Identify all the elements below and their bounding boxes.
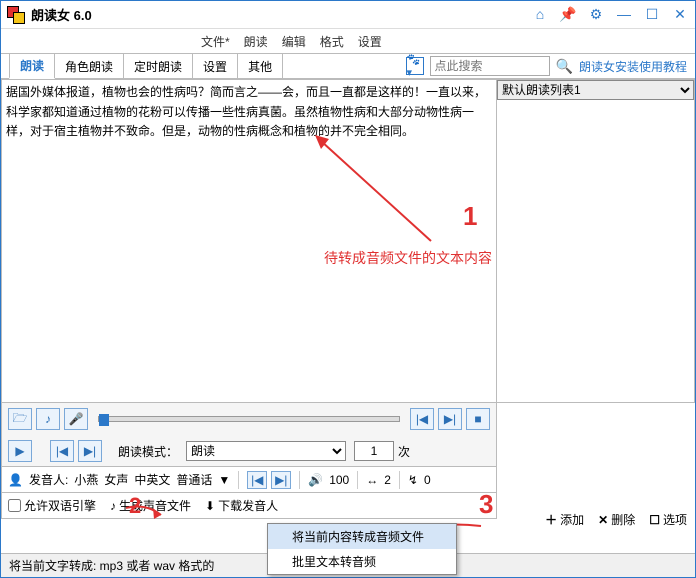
- playlist-actions: ＋添加 ✕删除 ☐选项: [545, 511, 687, 528]
- voice-prefix: 发音人:: [29, 471, 68, 488]
- pitch-value: 0: [424, 473, 431, 487]
- options-icon: ☐: [649, 513, 660, 527]
- status-text: 将当前文字转成: mp3 或者 wav 格式的: [9, 557, 214, 574]
- menu-file[interactable]: 文件*: [201, 33, 230, 50]
- playback-controls: 🗁 ♪ 🎤 |◀ ▶| ■ ▶ |◀ ▶| 朗读模式： 朗读 次: [1, 403, 497, 467]
- speed-icon[interactable]: ↔: [366, 473, 378, 487]
- voice-prev-next: |◀ ▶|: [247, 471, 291, 489]
- voice-prev-button[interactable]: |◀: [247, 471, 267, 489]
- context-batch-convert[interactable]: 批里文本转音频: [268, 549, 456, 574]
- add-button[interactable]: ＋添加: [545, 511, 584, 528]
- menu-edit[interactable]: 编辑: [282, 33, 306, 50]
- app-title: 朗读女 6.0: [31, 5, 92, 24]
- note-icon: ♪: [110, 499, 116, 513]
- prev-track-button[interactable]: |◀: [410, 408, 434, 430]
- tab-timer-label: 定时朗读: [134, 58, 182, 75]
- menu-bar: 文件* 朗读 编辑 格式 设置: [1, 29, 695, 53]
- voice-name[interactable]: 小燕: [74, 471, 98, 488]
- maximize-icon[interactable]: ☐: [643, 6, 661, 23]
- progress-slider[interactable]: [98, 416, 400, 422]
- stop-button[interactable]: ■: [466, 408, 490, 430]
- plus-icon: ＋: [545, 511, 557, 528]
- context-menu: 将当前内容转成音频文件 批里文本转音频: [267, 523, 457, 575]
- play-button[interactable]: ▶: [8, 440, 32, 462]
- mode-label: 朗读模式：: [118, 443, 178, 460]
- download-voice-label: 下载发音人: [218, 497, 278, 514]
- tab-read-label: 朗读: [20, 57, 44, 74]
- dual-engine-checkbox[interactable]: 允许双语引擎: [8, 497, 96, 514]
- music-button[interactable]: ♪: [36, 408, 60, 430]
- speaker-icon: 👤: [8, 473, 23, 487]
- mic-button[interactable]: 🎤: [64, 408, 88, 430]
- pin-icon[interactable]: 📌: [559, 6, 577, 23]
- close-icon[interactable]: ✕: [671, 6, 689, 23]
- speed-value: 2: [384, 473, 391, 487]
- next-track-button[interactable]: ▶|: [438, 408, 462, 430]
- search-input[interactable]: [430, 56, 550, 76]
- voice-bar: 👤 发音人: 小燕 女声 中英文 普通话 ▼ |◀ ▶| 🔊 100 ↔ 2 ↯…: [1, 467, 497, 493]
- window-controls: ⌂ 📌 ⚙ — ☐ ✕: [531, 6, 689, 23]
- delete-label: 删除: [611, 511, 635, 528]
- rewind-button[interactable]: |◀: [50, 440, 74, 462]
- tab-other[interactable]: 其他: [237, 54, 283, 78]
- playlist-body[interactable]: [497, 100, 694, 402]
- context-convert-current[interactable]: 将当前内容转成音频文件: [268, 524, 456, 549]
- search-area: 🐾▾ 🔍 朗读女安装使用教程: [406, 54, 695, 78]
- home-icon[interactable]: ⌂: [531, 6, 549, 23]
- help-link[interactable]: 朗读女安装使用教程: [579, 58, 687, 75]
- gen-audio-button[interactable]: ♪ 生成声音文件: [110, 497, 191, 514]
- download-icon: ⬇: [205, 499, 215, 513]
- dual-engine-input[interactable]: [8, 499, 21, 512]
- forward-button[interactable]: ▶|: [78, 440, 102, 462]
- times-unit: 次: [398, 443, 410, 460]
- tab-role-label: 角色朗读: [65, 58, 113, 75]
- pitch-icon[interactable]: ↯: [408, 473, 418, 487]
- dual-engine-label: 允许双语引擎: [24, 497, 96, 514]
- menu-read[interactable]: 朗读: [244, 33, 268, 50]
- minimize-icon[interactable]: —: [615, 6, 633, 23]
- tab-settings-label: 设置: [203, 58, 227, 75]
- search-icon[interactable]: 🔍: [556, 58, 573, 75]
- tab-settings[interactable]: 设置: [192, 54, 238, 78]
- playlist-select[interactable]: 默认朗读列表1: [497, 80, 694, 100]
- paw-icon[interactable]: 🐾▾: [406, 57, 424, 75]
- tab-role[interactable]: 角色朗读: [54, 54, 124, 78]
- add-label: 添加: [560, 511, 584, 528]
- voice-next-button[interactable]: ▶|: [271, 471, 291, 489]
- tab-other-label: 其他: [248, 58, 272, 75]
- times-input[interactable]: [354, 441, 394, 461]
- playlist-pane: 默认朗读列表1: [497, 79, 695, 403]
- mode-select[interactable]: 朗读: [186, 441, 346, 461]
- text-editor[interactable]: 据国外媒体报道，植物也会的性病吗？简而言之——会，而且一直都是这样的！一直以来，…: [1, 79, 497, 403]
- text-content: 据国外媒体报道，植物也会的性病吗？简而言之——会，而且一直都是这样的！一直以来，…: [6, 85, 486, 138]
- menu-settings[interactable]: 设置: [358, 33, 382, 50]
- download-voice-button[interactable]: ⬇ 下载发音人: [205, 497, 278, 514]
- main-area: 据国外媒体报道，植物也会的性病吗？简而言之——会，而且一直都是这样的！一直以来，…: [1, 79, 695, 403]
- voice-dialect: 普通话: [176, 471, 212, 488]
- x-icon: ✕: [598, 513, 608, 527]
- open-file-button[interactable]: 🗁: [8, 408, 32, 430]
- generate-bar: 允许双语引擎 ♪ 生成声音文件 ⬇ 下载发音人: [1, 493, 497, 519]
- menu-format[interactable]: 格式: [320, 33, 344, 50]
- voice-lang: 中英文: [134, 471, 170, 488]
- title-bar: 朗读女 6.0 ⌂ 📌 ⚙ — ☐ ✕: [1, 1, 695, 29]
- volume-value: 100: [329, 473, 349, 487]
- volume-icon[interactable]: 🔊: [308, 473, 323, 487]
- tab-read[interactable]: 朗读: [9, 54, 55, 79]
- gen-audio-label: 生成声音文件: [119, 497, 191, 514]
- settings-icon[interactable]: ⚙: [587, 6, 605, 23]
- voice-gender: 女声: [104, 471, 128, 488]
- delete-button[interactable]: ✕删除: [598, 511, 635, 528]
- tab-bar: 朗读 角色朗读 定时朗读 设置 其他 🐾▾ 🔍 朗读女安装使用教程: [1, 53, 695, 79]
- app-logo: [7, 6, 25, 24]
- options-label: 选项: [663, 511, 687, 528]
- tab-timer[interactable]: 定时朗读: [123, 54, 193, 78]
- voice-dropdown-icon[interactable]: ▼: [218, 473, 230, 487]
- options-button[interactable]: ☐选项: [649, 511, 687, 528]
